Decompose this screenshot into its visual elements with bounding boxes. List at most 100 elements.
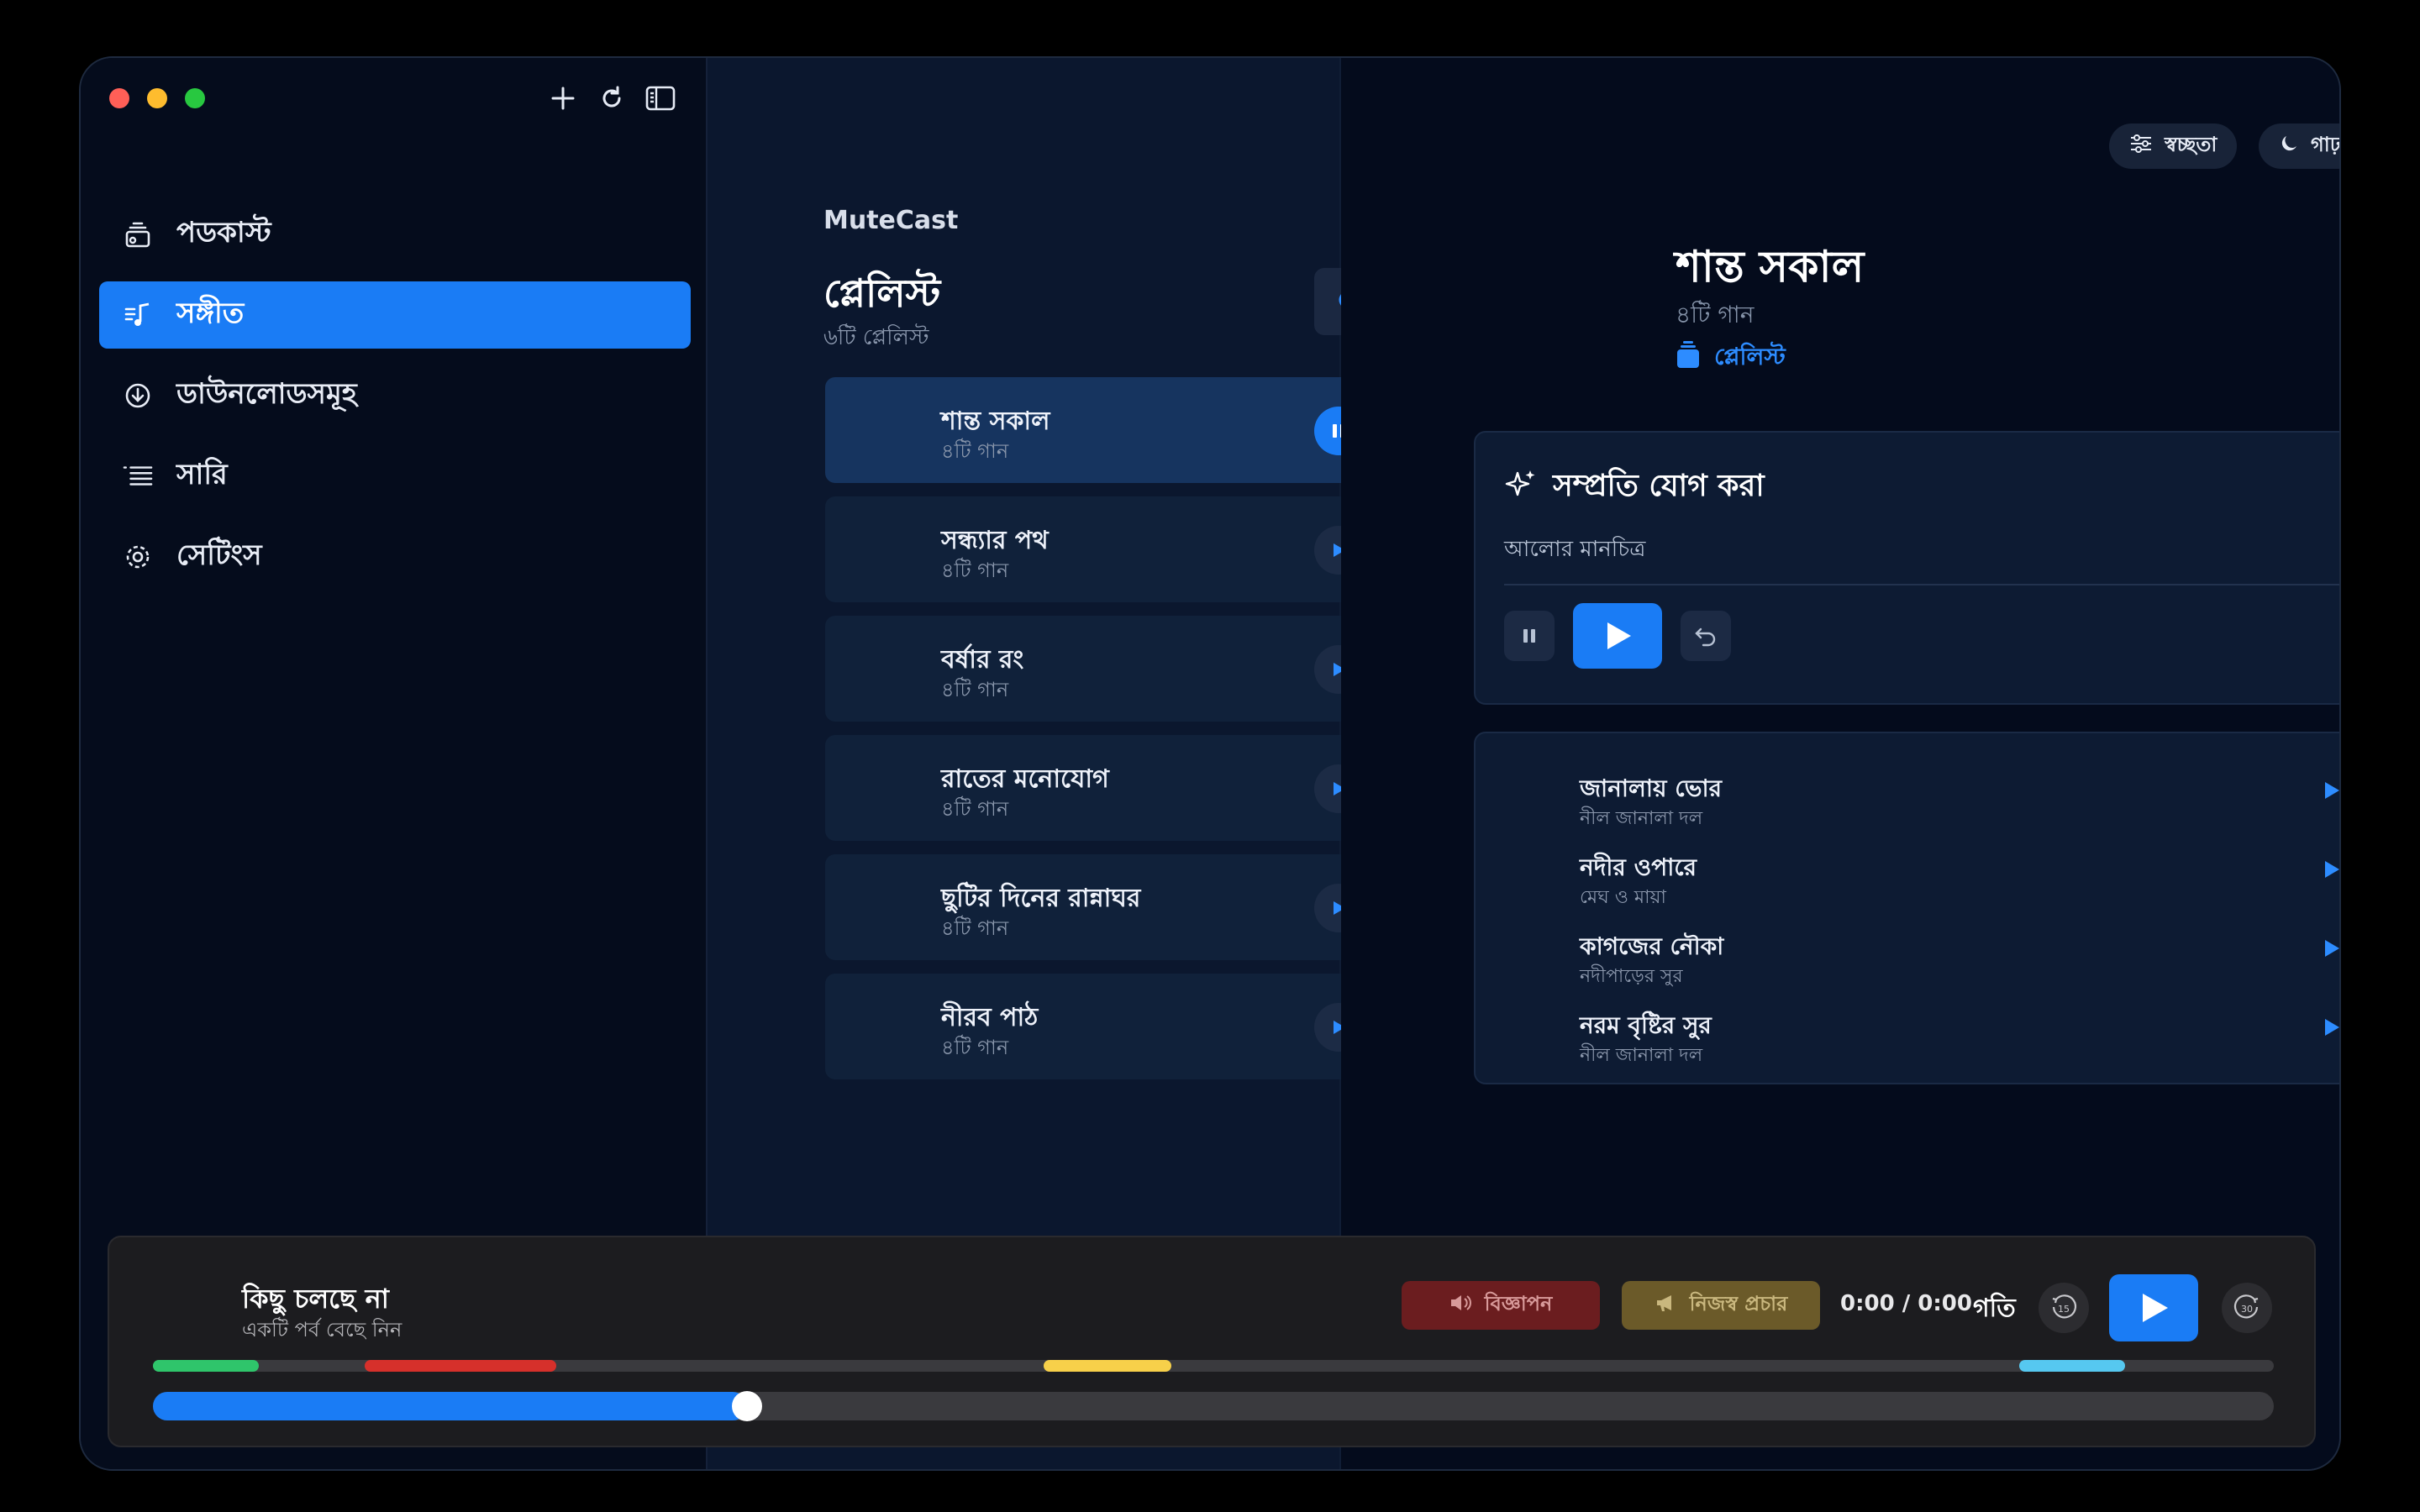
recently-added-card: সম্প্রতি যোগ করা আলোর মানচিত্র [1474,431,2339,705]
chapter-marker [2019,1360,2126,1372]
page-title: প্লেলিস্ট [823,270,941,316]
chapter-markers-track [153,1360,2274,1372]
song-artist: মেঘ ও মায়া [1580,887,1666,908]
refresh-icon[interactable] [597,83,627,113]
play-icon [1607,622,1631,649]
playlist-item[interactable]: বর্ষার রং ৪টি গান [825,616,1381,722]
playlist-subtitle: ৪টি গান [941,797,1009,821]
sidebar-item-label: সারি [176,457,228,491]
playlist-list: শান্ত সকাল ৪টি গান সন্ধ্যার পথ ৪টি গান ব… [825,377,1381,1093]
progress-handle[interactable] [731,1391,762,1421]
playback-time: 0:00 / 0:00 [1840,1291,1972,1316]
skip-forward-button[interactable]: 30 [2222,1283,2272,1333]
undo-button[interactable] [1681,611,1731,661]
music-icon [123,300,153,330]
moon-icon [2279,134,2299,159]
sliders-icon [2129,134,2153,159]
playlist-item[interactable]: ছুটির দিনের রান্নাঘর ৪টি গান [825,854,1381,960]
pause-button[interactable] [1504,611,1555,661]
progress-slider[interactable] [153,1391,2274,1421]
song-row[interactable]: নদীর ওপারে মেঘ ও মায়া [1580,837,2339,908]
playlist-item[interactable]: রাতের মনোযোগ ৪টি গান [825,735,1381,841]
play-icon[interactable] [2323,1017,2339,1041]
sidebar-item-queue[interactable]: সারি [99,443,691,510]
song-row[interactable]: কাগজের নৌকা নদীপাড়ের সুর [1580,916,2339,987]
skip-forward-30-icon: 30 [2233,1294,2259,1319]
plus-icon[interactable] [548,83,578,113]
window-controls [109,88,205,108]
playlist-subtitle: ৪টি গান [941,559,1009,582]
playlist-subtitle: ৪টি গান [941,1036,1009,1059]
playlist-subtitle: ৪টি গান [941,439,1009,463]
play-button[interactable] [1573,603,1662,669]
queue-icon [123,461,153,491]
app-brand: MuteCast [823,206,959,235]
recently-added-item[interactable]: আলোর মানচিত্র [1504,532,1645,569]
player-bar: কিছু চলছে না একটি পর্ব বেছে নিন বিজ্ঞাপন… [108,1236,2316,1447]
download-icon [123,381,153,411]
sidebar-toggle-icon[interactable] [645,83,676,113]
sidebar-item-label: ডাউনলোডসমূহ [176,376,357,411]
playlist-item[interactable]: নীরব পাঠ ৪টি গান [825,974,1381,1079]
playlist-item[interactable]: শান্ত সকাল ৪টি গান [825,377,1381,483]
megaphone-icon [1655,1293,1678,1318]
pause-icon [1523,629,1535,643]
promo-label: নিজস্ব প্রচার [1689,1292,1788,1315]
play-icon[interactable] [2323,780,2339,804]
playlist-song-count: ৪টি গান [1676,301,1754,328]
play-icon[interactable] [2323,938,2339,962]
sidebar-item-label: সঙ্গীত [176,296,245,330]
sidebar-nav: পডকাস্ট সঙ্গীত ডাউনলোডসমূহ সারি সেটিংস [99,201,691,604]
app-window: পডকাস্ট সঙ্গীত ডাউনলোডসমূহ সারি সেটিংস M… [79,56,2341,1471]
song-artist: নদীপাড়ের সুর [1580,966,1683,987]
gear-icon [123,542,153,572]
skip-promo-button[interactable]: নিজস্ব প্রচার [1622,1281,1820,1330]
minimize-window-button[interactable] [147,88,167,108]
progress-fill [153,1392,747,1420]
theme-label: গাঢ় [2311,133,2341,156]
playlist-subtitle: ৪টি গান [941,916,1009,940]
skip-back-button[interactable]: 15 [2039,1283,2089,1333]
skip-forward-label: 30 [2241,1304,2253,1315]
skip-back-15-icon: 15 [2052,1294,2077,1319]
main-play-button[interactable] [2109,1274,2198,1341]
chapter-marker [153,1360,260,1372]
song-row[interactable]: জানালায় ভোর নীল জানালা দল [1580,759,2339,829]
playlist-subtitle: ৪টি গান [941,678,1009,701]
sidebar-toolbar [548,83,676,113]
close-window-button[interactable] [109,88,129,108]
recently-added-heading: সম্প্রতি যোগ করা [1504,463,1765,513]
now-playing-hint: একটি পর্ব বেছে নিন [242,1318,402,1341]
song-list-card: জানালায় ভোর নীল জানালা দল নদীর ওপারে মে… [1474,732,2339,1084]
playlist-item[interactable]: সন্ধ্যার পথ ৪টি গান [825,496,1381,602]
sparkles-icon [1504,468,1538,509]
transparency-label: স্বচ্ছতা [2165,133,2217,156]
speaker-icon [1449,1293,1473,1318]
sidebar-item-music[interactable]: সঙ্গীত [99,281,691,349]
playlist-type-tag: প্লেলিস্ট [1676,339,1786,378]
sidebar-item-settings[interactable]: সেটিংস [99,523,691,591]
playlist-heading: শান্ত সকাল [1676,242,1865,292]
skip-back-label: 15 [2058,1304,2070,1315]
playlist-stack-icon [1676,341,1701,375]
song-row[interactable]: নরম বৃষ্টির সুর নীল জানালা দল [1580,995,2339,1066]
playlist-count: ৬টি প্লেলিস্ট [823,325,929,350]
play-icon [2143,1294,2168,1322]
chapter-marker [365,1360,556,1372]
sidebar-item-downloads[interactable]: ডাউনলোডসমূহ [99,362,691,429]
chapter-marker [1044,1360,1171,1372]
podcast-icon [123,219,153,249]
skip-ad-button[interactable]: বিজ্ঞাপন [1402,1281,1600,1330]
playback-speed-button[interactable]: গতি [1973,1288,2016,1331]
play-icon[interactable] [2323,859,2339,883]
undo-icon [1695,627,1716,647]
transparency-button[interactable]: স্বচ্ছতা [2109,123,2238,169]
divider [1504,584,2339,585]
maximize-window-button[interactable] [185,88,205,108]
dark-mode-button[interactable]: গাঢ় [2259,123,2341,169]
playlist-tag-label: প্লেলিস্ট [1714,343,1786,370]
sidebar-item-podcast[interactable]: পডকাস্ট [99,201,691,268]
song-artist: নীল জানালা দল [1580,808,1703,829]
sidebar-item-label: পডকাস্ট [176,215,271,249]
sidebar-item-label: সেটিংস [176,538,262,572]
